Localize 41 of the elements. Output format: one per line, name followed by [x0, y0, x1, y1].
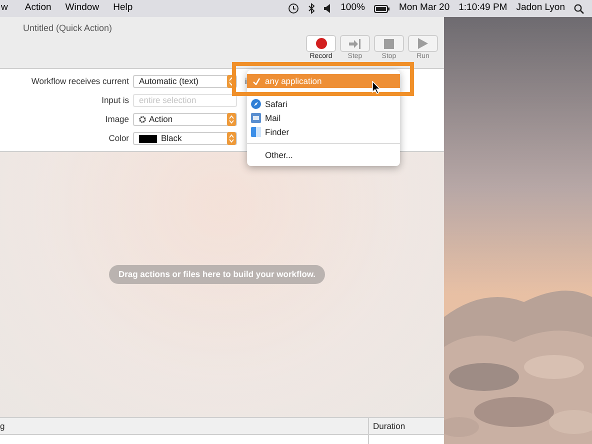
- drop-hint: Drag actions or files here to build your workflow.: [109, 265, 325, 284]
- menu-title[interactable]: Window: [58, 1, 106, 16]
- compass-icon: [251, 99, 261, 109]
- toolbar-button[interactable]: [306, 35, 336, 52]
- field-label: Color: [108, 132, 129, 145]
- bluetooth-icon[interactable]: [308, 3, 315, 14]
- menu-date[interactable]: Mon Mar 20: [398, 1, 450, 16]
- menu-item[interactable]: Safari: [247, 97, 400, 111]
- battery-percent: 100%: [340, 1, 365, 16]
- column-header: g: [0, 418, 369, 434]
- menu-item[interactable]: Other...: [247, 148, 400, 162]
- clock-icon[interactable]: [288, 3, 299, 14]
- popup-button[interactable]: Action: [133, 113, 237, 126]
- field-label: i: [245, 75, 247, 88]
- menu-item[interactable]: Finder: [247, 125, 400, 139]
- column-header: Duration: [372, 420, 406, 432]
- popup-button[interactable]: Black: [133, 132, 237, 145]
- user-name[interactable]: Jadon Lyon: [516, 1, 565, 16]
- battery-icon[interactable]: [374, 4, 390, 12]
- color-swatch: [139, 134, 157, 142]
- field-label: Image: [104, 113, 129, 126]
- step-icon: [349, 38, 361, 48]
- gear-icon: [139, 116, 146, 123]
- stepper-icon: [227, 132, 236, 145]
- cursor-icon: [372, 81, 381, 94]
- search-icon[interactable]: [574, 4, 584, 14]
- popup-button[interactable]: Automatic (text): [133, 75, 237, 88]
- window-title: Untitled (Quick Action): [23, 22, 112, 35]
- menu-item[interactable]: Mail: [247, 111, 400, 125]
- speaker-icon[interactable]: [324, 4, 332, 13]
- field-label: Workflow receives current: [30, 75, 129, 88]
- menu-title[interactable]: Action: [18, 1, 58, 16]
- field-label: Input is: [100, 94, 129, 107]
- menu-title[interactable]: Help: [106, 1, 140, 16]
- menu-title[interactable]: w: [0, 1, 18, 16]
- menu-time[interactable]: 1:10:49 PM: [458, 1, 508, 16]
- stop-icon: [384, 38, 394, 48]
- record-icon: [316, 38, 326, 49]
- checkmark-icon: [252, 78, 260, 84]
- play-icon: [418, 38, 428, 49]
- stepper-icon: [227, 113, 236, 126]
